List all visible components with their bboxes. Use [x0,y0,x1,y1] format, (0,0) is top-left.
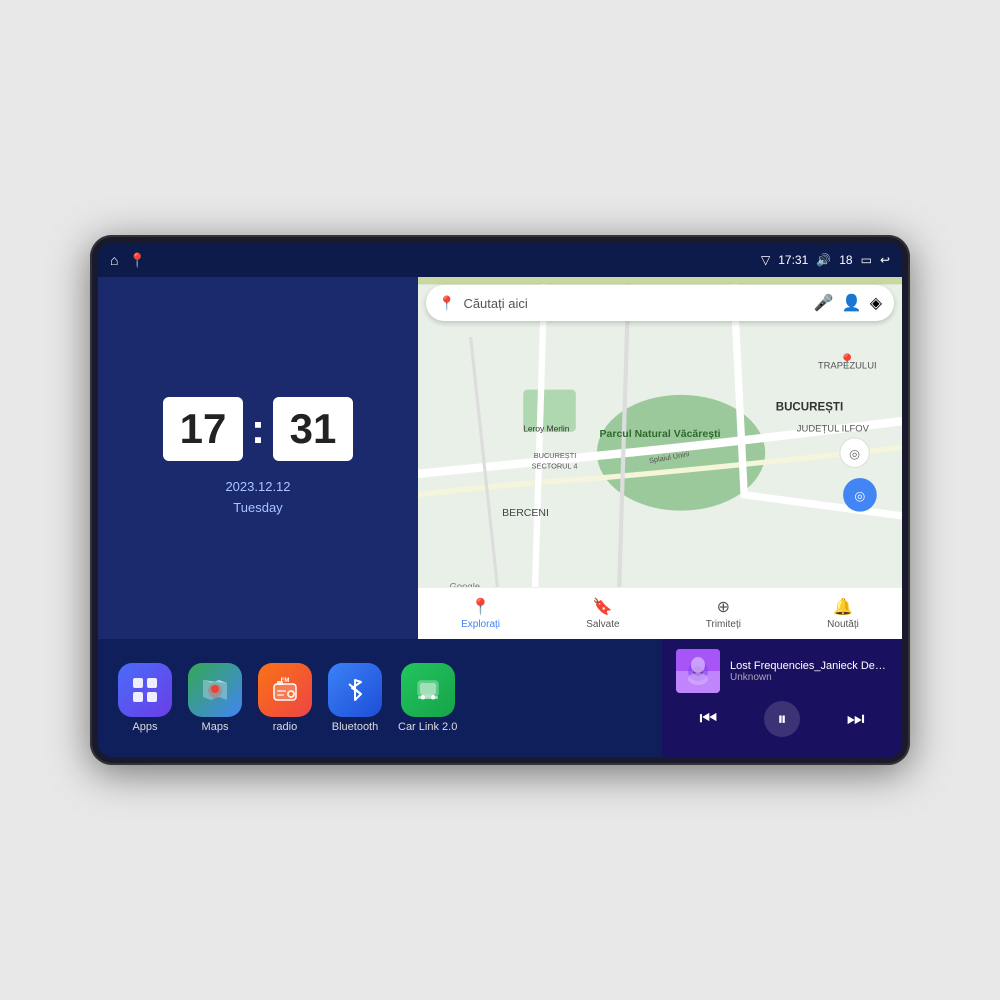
prev-button[interactable]: ⏮ [699,708,717,731]
clock-display: 17 : 31 [163,397,353,461]
bluetooth-icon-box [328,663,382,717]
bottom-section: Apps Maps [98,639,902,757]
map-svg: Parcul Natural Văcărești BUCUREȘTI JUDEȚ… [418,277,902,639]
device: ⌂ 📍 ▽ 17:31 🔊 18 ▭ ↩ 17 : [90,235,910,765]
svg-text:SECTORUL 4: SECTORUL 4 [532,462,578,471]
clock-colon: : [251,405,265,453]
app-icon-radio[interactable]: FM radio [258,663,312,733]
status-time: 17:31 [778,253,808,267]
carlink-label: Car Link 2.0 [398,721,457,733]
status-right: ▽ 17:31 🔊 18 ▭ ↩ [761,253,890,267]
music-thumbnail [676,649,720,693]
account-icon[interactable]: 👤 [842,293,862,313]
map-bottom-bar: 📍 Explorați 🔖 Salvate ⊕ Trimiteți 🔔 [418,587,902,639]
svg-text:BUCUREȘTI: BUCUREȘTI [534,451,577,460]
map-pin-icon: 📍 [438,295,455,312]
status-left: ⌂ 📍 [110,252,146,269]
svg-text:Leroy Merlin: Leroy Merlin [523,424,570,434]
clock-panel: 17 : 31 2023.12.12 Tuesday [98,277,418,639]
svg-text:◎: ◎ [854,489,865,503]
svg-text:BUCUREȘTI: BUCUREȘTI [776,402,843,414]
svg-text:◎: ◎ [849,447,860,461]
map-search-text[interactable]: Căutați aici [463,296,805,311]
app-icons-area: Apps Maps [98,639,662,757]
saved-icon: 🔖 [593,597,613,617]
carlink-icon-box [401,663,455,717]
explore-icon: 📍 [471,597,491,617]
clock-date: 2023.12.12 Tuesday [225,477,290,519]
share-label: Trimiteți [706,619,741,630]
bluetooth-label: Bluetooth [332,721,378,733]
apps-label: Apps [132,721,157,733]
apps-icon-box [118,663,172,717]
map-bottom-salvate[interactable]: 🔖 Salvate [586,597,619,630]
map-search-icons: 🎤 👤 ◈ [814,293,882,313]
music-title: Lost Frequencies_Janieck Devy-... [730,660,888,672]
svg-text:📍: 📍 [838,352,856,370]
svg-text:BERCENI: BERCENI [502,507,549,519]
clock-date-value: 2023.12.12 [225,477,290,498]
map-bottom-explorați[interactable]: 📍 Explorați [461,597,500,630]
music-artist: Unknown [730,672,888,683]
music-top: Lost Frequencies_Janieck Devy-... Unknow… [676,649,888,693]
device-screen: ⌂ 📍 ▽ 17:31 🔊 18 ▭ ↩ 17 : [98,243,902,757]
map-bottom-trimiteti[interactable]: ⊕ Trimiteți [706,597,741,630]
battery-level: 18 [839,253,852,267]
news-icon: 🔔 [833,597,853,617]
maps-icon-box [188,663,242,717]
radio-label: radio [273,721,297,733]
music-info: Lost Frequencies_Janieck Devy-... Unknow… [730,660,888,683]
music-controls: ⏮ ⏸ ⏭ [676,701,888,737]
status-bar: ⌂ 📍 ▽ 17:31 🔊 18 ▭ ↩ [98,243,902,277]
main-content: 17 : 31 2023.12.12 Tuesday 📍 Căutați aic… [98,277,902,757]
news-label: Noutăți [827,619,859,630]
volume-icon: 🔊 [816,253,831,267]
app-icon-maps[interactable]: Maps [188,663,242,733]
saved-label: Salvate [586,619,619,630]
signal-icon: ▽ [761,253,770,267]
mic-icon[interactable]: 🎤 [814,293,834,313]
explore-label: Explorați [461,619,500,630]
clock-minutes: 31 [273,397,353,461]
svg-text:JUDEȚUL ILFOV: JUDEȚUL ILFOV [797,424,870,435]
next-button[interactable]: ⏭ [847,708,865,731]
map-bottom-noutati[interactable]: 🔔 Noutăți [827,597,859,630]
app-icon-bluetooth[interactable]: Bluetooth [328,663,382,733]
svg-text:Parcul Natural Văcărești: Parcul Natural Văcărești [600,428,721,440]
maps-status-icon[interactable]: 📍 [128,252,145,269]
map-search-bar[interactable]: 📍 Căutați aici 🎤 👤 ◈ [426,285,894,321]
layers-icon[interactable]: ◈ [870,293,882,313]
clock-hours: 17 [163,397,243,461]
app-icon-carlink[interactable]: Car Link 2.0 [398,663,457,733]
svg-text:FM: FM [281,678,290,684]
battery-icon: ▭ [861,253,872,267]
music-player: Lost Frequencies_Janieck Devy-... Unknow… [662,639,902,757]
back-icon[interactable]: ↩ [880,253,890,267]
map-panel[interactable]: 📍 Căutați aici 🎤 👤 ◈ [418,277,902,639]
app-icon-apps[interactable]: Apps [118,663,172,733]
clock-day: Tuesday [225,498,290,519]
home-icon[interactable]: ⌂ [110,252,118,268]
maps-label: Maps [202,721,229,733]
play-button[interactable]: ⏸ [764,701,800,737]
radio-icon-box: FM [258,663,312,717]
share-icon: ⊕ [717,597,730,617]
top-section: 17 : 31 2023.12.12 Tuesday 📍 Căutați aic… [98,277,902,639]
